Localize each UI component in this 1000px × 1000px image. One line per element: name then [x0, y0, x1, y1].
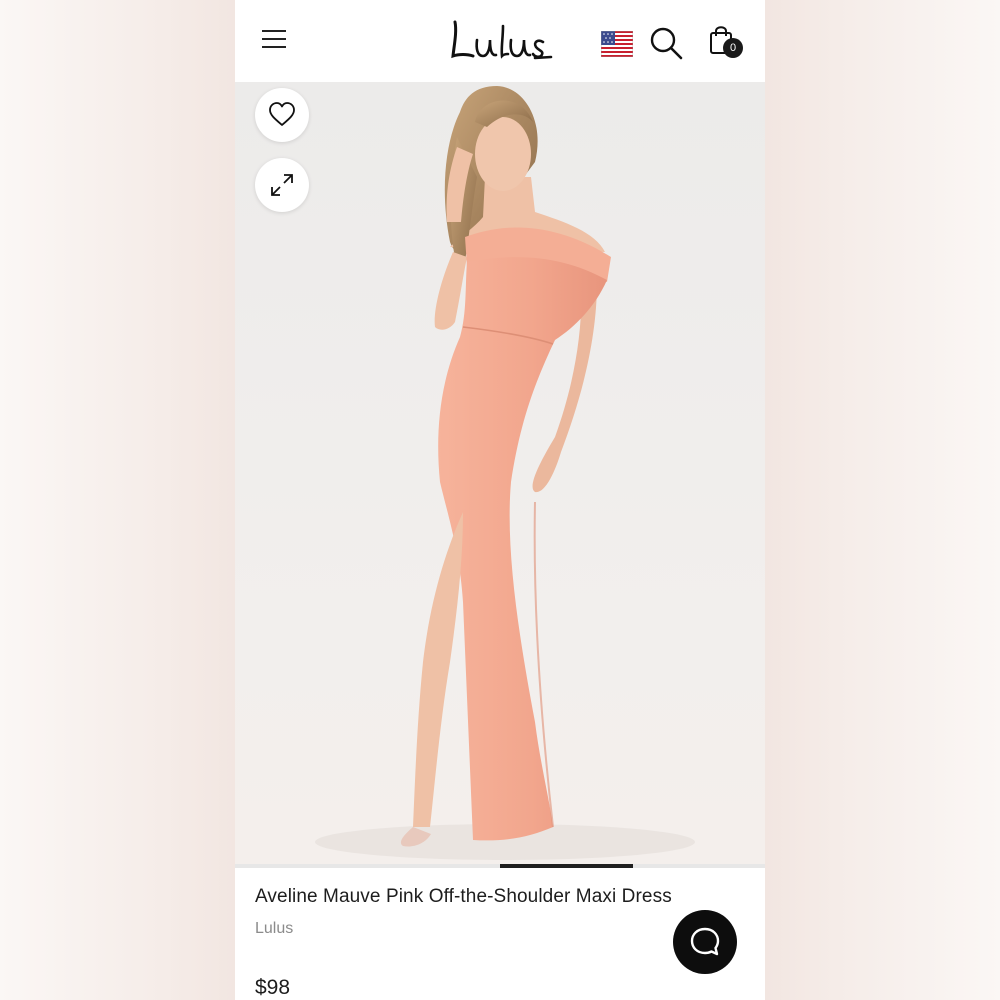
expand-image-button[interactable] [255, 158, 309, 212]
site-header: 0 [235, 0, 765, 82]
menu-button[interactable] [261, 28, 287, 50]
product-brand[interactable]: Lulus [255, 920, 293, 938]
product-photo [235, 82, 765, 864]
gallery-progress-fill [500, 864, 633, 868]
cart-count-badge: 0 [723, 38, 743, 58]
background-blur-left [0, 0, 235, 1000]
wishlist-button[interactable] [255, 88, 309, 142]
country-selector[interactable] [600, 30, 634, 58]
product-title: Aveline Mauve Pink Off-the-Shoulder Maxi… [255, 886, 672, 907]
cart-button[interactable]: 0 [707, 24, 747, 62]
chat-button[interactable] [673, 910, 737, 974]
heart-icon [269, 102, 295, 126]
expand-icon [271, 174, 293, 196]
product-price: $98 [255, 976, 291, 999]
background-blur-right [765, 0, 1000, 1000]
hamburger-menu-icon [262, 30, 286, 48]
us-flag-icon [600, 30, 634, 58]
product-image-gallery[interactable] [235, 82, 765, 864]
gallery-progress-bar [235, 864, 765, 868]
search-button[interactable] [649, 26, 683, 60]
search-icon [650, 27, 683, 60]
lulus-logo[interactable] [447, 14, 553, 66]
chat-bubble-icon [690, 927, 720, 956]
product-page: 0 Aveline Mauve Pink Off-the-Shoulder Ma… [235, 0, 765, 1000]
